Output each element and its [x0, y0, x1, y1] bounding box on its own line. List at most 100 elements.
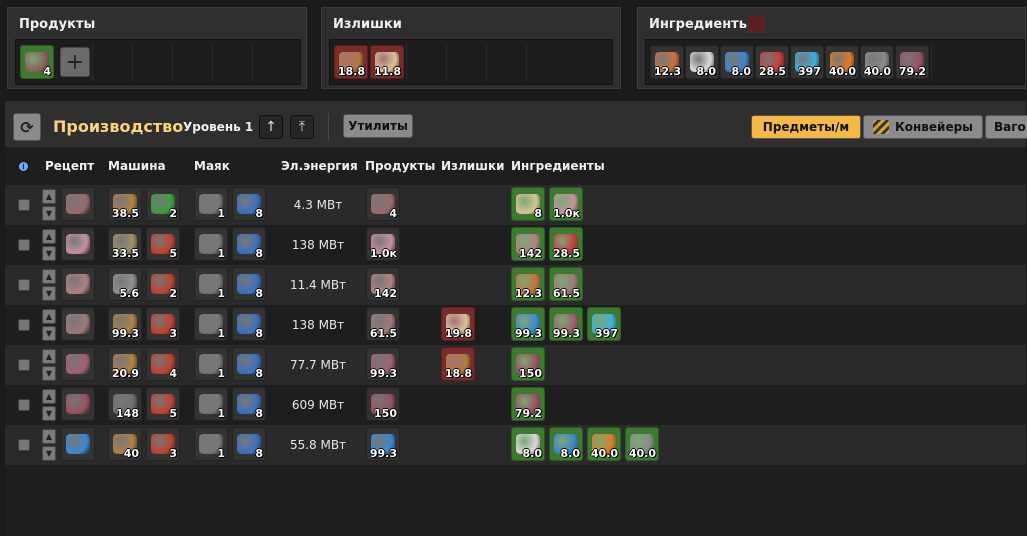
add-product-button[interactable]: +: [60, 47, 90, 77]
machine-slot[interactable]: 5: [146, 227, 180, 261]
row-checkbox[interactable]: [18, 199, 30, 211]
move-down-button[interactable]: ▼: [42, 366, 56, 381]
recipe-icon[interactable]: [61, 427, 95, 461]
beacon-slot[interactable]: 1: [194, 307, 228, 341]
beacon-slot[interactable]: 1: [194, 427, 228, 461]
tab-items-per-minute[interactable]: Предметы/м: [751, 115, 861, 139]
move-up-button[interactable]: ▲: [42, 189, 56, 204]
machine-slot[interactable]: 5: [146, 387, 180, 421]
ingredient-item[interactable]: 40.0: [587, 427, 621, 461]
ingredient-slot[interactable]: 40.0: [825, 45, 859, 79]
machine-slot[interactable]: 20.9: [108, 347, 142, 381]
level-up-button[interactable]: ↑: [259, 115, 283, 139]
beacon-slot[interactable]: 8: [232, 347, 266, 381]
move-down-button[interactable]: ▼: [42, 286, 56, 301]
move-up-button[interactable]: ▲: [42, 389, 56, 404]
move-up-button[interactable]: ▲: [42, 229, 56, 244]
recipe-icon[interactable]: [61, 227, 95, 261]
tab-belts[interactable]: Конвейеры: [863, 115, 983, 139]
info-icon[interactable]: i: [19, 162, 28, 171]
machine-slot[interactable]: 38.5: [108, 187, 142, 221]
move-up-button[interactable]: ▲: [42, 309, 56, 324]
move-down-button[interactable]: ▼: [42, 406, 56, 421]
beacon-slot[interactable]: 1: [194, 347, 228, 381]
ingredient-slot[interactable]: 8.0: [720, 45, 754, 79]
recipe-icon[interactable]: [61, 267, 95, 301]
product-item[interactable]: 150: [366, 387, 400, 421]
ingredient-item[interactable]: 99.3: [549, 307, 583, 341]
machine-slot[interactable]: 2: [146, 187, 180, 221]
ingredient-slot[interactable]: 397: [790, 45, 824, 79]
ingredient-slot[interactable]: 79.2: [895, 45, 929, 79]
ingredient-item[interactable]: 61.5: [549, 267, 583, 301]
move-down-button[interactable]: ▼: [42, 446, 56, 461]
ingredient-item[interactable]: 40.0: [625, 427, 659, 461]
ingredient-item[interactable]: 8.0: [549, 427, 583, 461]
recipe-icon[interactable]: [61, 347, 95, 381]
row-checkbox[interactable]: [18, 239, 30, 251]
move-down-button[interactable]: ▼: [42, 246, 56, 261]
ingredient-slot[interactable]: 40.0: [860, 45, 894, 79]
surplus-slot[interactable]: 11.8: [370, 45, 404, 79]
beacon-slot[interactable]: 1: [194, 387, 228, 421]
machine-slot[interactable]: 4: [146, 347, 180, 381]
surplus-item[interactable]: 19.8: [441, 307, 475, 341]
beacon-slot[interactable]: 8: [232, 387, 266, 421]
row-checkbox[interactable]: [18, 359, 30, 371]
ingredient-item[interactable]: 397: [587, 307, 621, 341]
recipe-icon[interactable]: [61, 387, 95, 421]
row-checkbox[interactable]: [18, 279, 30, 291]
tab-wagons[interactable]: Ваго: [985, 115, 1027, 139]
ingredient-item[interactable]: 8.0: [511, 427, 545, 461]
beacon-slot[interactable]: 8: [232, 427, 266, 461]
beacon-slot[interactable]: 8: [232, 187, 266, 221]
ingredient-item[interactable]: 150: [511, 347, 545, 381]
move-up-button[interactable]: ▲: [42, 349, 56, 364]
refresh-button[interactable]: ⟳: [13, 113, 41, 141]
machine-slot[interactable]: 40: [108, 427, 142, 461]
level-top-button[interactable]: ⤒: [290, 115, 314, 139]
beacon-slot[interactable]: 1: [194, 227, 228, 261]
surplus-item[interactable]: 18.8: [441, 347, 475, 381]
beacon-slot[interactable]: 8: [232, 227, 266, 261]
product-item[interactable]: 142: [366, 267, 400, 301]
move-down-button[interactable]: ▼: [42, 206, 56, 221]
move-up-button[interactable]: ▲: [42, 269, 56, 284]
ingredient-item[interactable]: 28.5: [549, 227, 583, 261]
move-up-button[interactable]: ▲: [42, 429, 56, 444]
utilities-button[interactable]: Утилиты: [343, 114, 413, 138]
ingredient-item[interactable]: 142: [511, 227, 545, 261]
ingredient-item[interactable]: 12.3: [511, 267, 545, 301]
recipe-icon[interactable]: [61, 307, 95, 341]
beacon-slot[interactable]: 8: [232, 307, 266, 341]
row-checkbox[interactable]: [18, 399, 30, 411]
product-item[interactable]: 99.3: [366, 427, 400, 461]
surplus-slot[interactable]: 18.8: [334, 45, 368, 79]
ingredient-item[interactable]: 79.2: [511, 387, 545, 421]
beacon-slot[interactable]: 1: [194, 187, 228, 221]
ingredient-item[interactable]: 99.3: [511, 307, 545, 341]
ingredient-slot[interactable]: 8.0: [685, 45, 719, 79]
machine-slot[interactable]: 5.6: [108, 267, 142, 301]
product-item[interactable]: 4: [366, 187, 400, 221]
ingredient-slot[interactable]: 28.5: [755, 45, 789, 79]
row-checkbox[interactable]: [18, 439, 30, 451]
product-slot[interactable]: 4: [20, 45, 54, 79]
ingredient-item[interactable]: 1.0к: [549, 187, 583, 221]
beacon-slot[interactable]: 1: [194, 267, 228, 301]
machine-slot[interactable]: 148: [108, 387, 142, 421]
ingredient-item[interactable]: 8: [511, 187, 545, 221]
machine-slot[interactable]: 99.3: [108, 307, 142, 341]
recipe-icon[interactable]: [61, 187, 95, 221]
machine-slot[interactable]: 3: [146, 307, 180, 341]
product-item[interactable]: 99.3: [366, 347, 400, 381]
beacon-slot[interactable]: 8: [232, 267, 266, 301]
row-checkbox[interactable]: [18, 319, 30, 331]
machine-slot[interactable]: 2: [146, 267, 180, 301]
product-item[interactable]: 1.0к: [366, 227, 400, 261]
move-down-button[interactable]: ▼: [42, 326, 56, 341]
product-item[interactable]: 61.5: [366, 307, 400, 341]
machine-slot[interactable]: 33.5: [108, 227, 142, 261]
ingredient-slot[interactable]: 12.3: [650, 45, 684, 79]
ingredients-filter-icon[interactable]: [747, 15, 765, 33]
